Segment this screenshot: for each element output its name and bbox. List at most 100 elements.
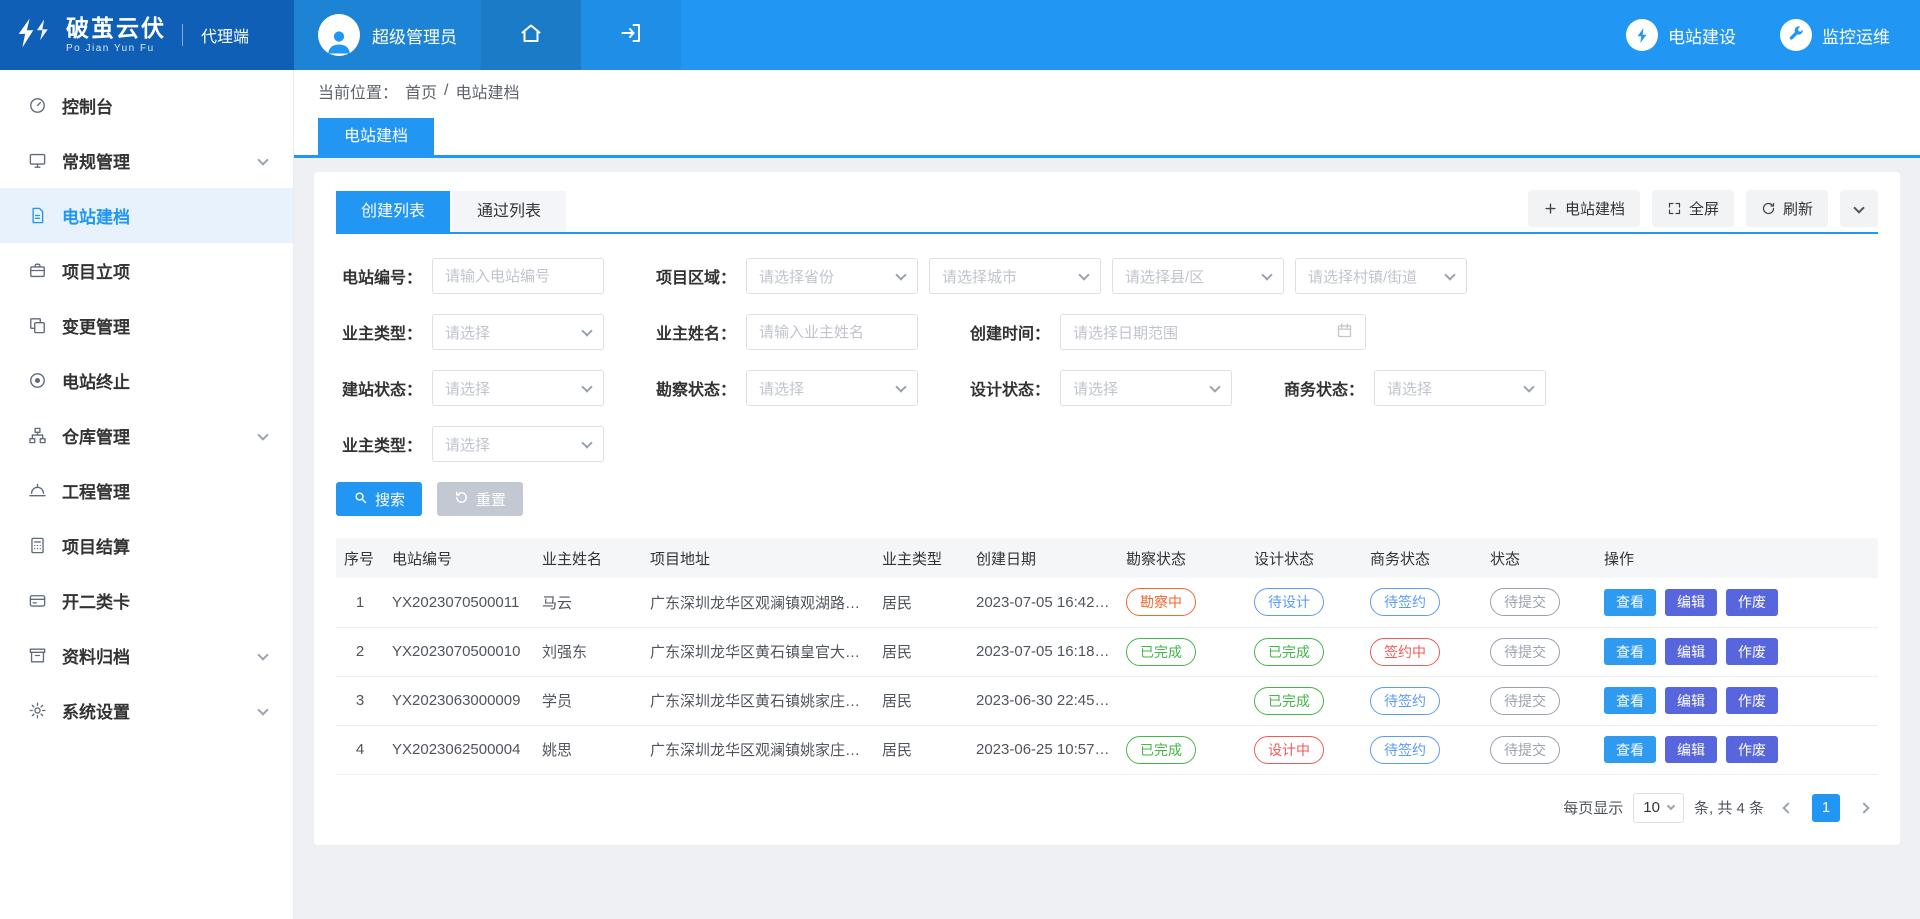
chevron-down-icon [259, 433, 267, 439]
town-select[interactable]: 请选择村镇/街道 [1295, 258, 1467, 294]
sidebar-item-6[interactable]: 电站终止 [0, 353, 293, 408]
stop-icon [28, 371, 47, 390]
filter-create-time: 创建时间： 请选择日期范围 [964, 314, 1366, 350]
add-station-button[interactable]: 电站建档 [1528, 190, 1640, 227]
chevron-down-icon [1853, 202, 1864, 213]
sidebar-item-label: 系统设置 [62, 698, 130, 723]
column-header: 创建日期 [968, 538, 1118, 578]
tab-passed-list[interactable]: 通过列表 [452, 191, 566, 232]
status-badge: 勘察中 [1126, 588, 1196, 616]
sidebar-item-9[interactable]: 项目结算 [0, 518, 293, 573]
nav-monitor-ops[interactable]: 监控运维 [1780, 19, 1890, 51]
design-status-select[interactable]: 请选择 [1060, 370, 1232, 406]
edit-button[interactable]: 编辑 [1665, 687, 1717, 714]
business-status-select[interactable]: 请选择 [1374, 370, 1546, 406]
chevron-down-icon [1444, 269, 1455, 280]
view-button[interactable]: 查看 [1604, 589, 1656, 616]
chevron-down-icon [581, 437, 592, 448]
station-table: 序号电站编号业主姓名项目地址业主类型创建日期勘察状态设计状态商务状态状态操作 1… [336, 538, 1878, 775]
search-button[interactable]: 搜索 [336, 482, 422, 516]
list-tabs: 创建列表 通过列表 [336, 191, 568, 232]
void-button[interactable]: 作废 [1726, 638, 1778, 665]
page-1-button[interactable]: 1 [1812, 794, 1840, 822]
cell-created-date: 2023-06-30 22:45:57 [968, 676, 1118, 725]
page-tab-station-archive[interactable]: 电站建档 [318, 118, 434, 155]
view-button[interactable]: 查看 [1604, 687, 1656, 714]
sidebar-item-10[interactable]: 开二类卡 [0, 573, 293, 628]
breadcrumb-home-link[interactable]: 首页 [405, 79, 437, 103]
filter-label: 项目区域： [650, 264, 736, 288]
edit-button[interactable]: 编辑 [1665, 736, 1717, 763]
logo: 破茧云伏 Po Jian Yun Fu 代理端 [0, 0, 294, 70]
collapse-filters-button[interactable] [1840, 190, 1878, 227]
cell-actions: 查看编辑作废 [1596, 725, 1878, 774]
cell-survey-status: 已完成 [1118, 725, 1246, 774]
copy-icon [28, 316, 47, 335]
logout-button[interactable] [581, 0, 681, 70]
filter-row-1: 电站编号： 项目区域： 请选择省份 请选择城市 请选择县/区 请选择村镇/街道 [336, 258, 1878, 294]
home-button[interactable] [481, 0, 581, 70]
sidebar-item-5[interactable]: 变更管理 [0, 298, 293, 353]
owner-type-select[interactable]: 请选择 [432, 314, 604, 350]
next-page-button[interactable] [1850, 794, 1878, 822]
select-placeholder: 请选择 [445, 322, 490, 343]
tab-create-list[interactable]: 创建列表 [336, 191, 450, 232]
sidebar-item-8[interactable]: 工程管理 [0, 463, 293, 518]
edit-button[interactable]: 编辑 [1665, 638, 1717, 665]
owner-name-input[interactable] [746, 314, 918, 350]
sidebar-item-2[interactable]: 常规管理 [0, 133, 293, 188]
void-button[interactable]: 作废 [1726, 589, 1778, 616]
province-select[interactable]: 请选择省份 [746, 258, 918, 294]
station-no-input[interactable] [432, 258, 604, 294]
owner-type-2-select[interactable]: 请选择 [432, 426, 604, 462]
view-button[interactable]: 查看 [1604, 736, 1656, 763]
cell-owner-name: 学员 [534, 676, 642, 725]
filter-label: 商务状态： [1278, 376, 1364, 400]
sidebar-item-label: 常规管理 [62, 148, 130, 173]
void-button[interactable]: 作废 [1726, 736, 1778, 763]
edit-button[interactable]: 编辑 [1665, 589, 1717, 616]
filter-row-2: 业主类型： 请选择 业主姓名： 创建时间： 请选择日期范围 [336, 314, 1878, 350]
top-header: 破茧云伏 Po Jian Yun Fu 代理端 超级管理员 电站建设 [0, 0, 1920, 70]
per-page-select[interactable]: 10 [1633, 793, 1684, 823]
wrench-icon [1780, 19, 1812, 51]
sidebar-item-11[interactable]: 资料归档 [0, 628, 293, 683]
cell-owner-name: 马云 [534, 578, 642, 627]
column-header: 电站编号 [384, 538, 534, 578]
sidebar-item-7[interactable]: 仓库管理 [0, 408, 293, 463]
reset-button[interactable]: 重置 [437, 482, 523, 516]
cell-station-no: YX2023070500010 [384, 627, 534, 676]
user-menu[interactable]: 超级管理员 [294, 0, 481, 70]
card-header: 创建列表 通过列表 电站建档 全屏 刷新 [336, 190, 1878, 234]
calendar-icon [1336, 322, 1353, 343]
view-button[interactable]: 查看 [1604, 638, 1656, 665]
survey-status-select[interactable]: 请选择 [746, 370, 918, 406]
refresh-button[interactable]: 刷新 [1746, 190, 1828, 227]
cell-owner-type: 居民 [874, 725, 968, 774]
refresh-icon [1761, 201, 1776, 216]
sidebar-item-4[interactable]: 项目立项 [0, 243, 293, 298]
chevron-down-icon [1209, 381, 1220, 392]
column-header: 状态 [1482, 538, 1596, 578]
card-toolbar: 电站建档 全屏 刷新 [1528, 190, 1878, 232]
fullscreen-button[interactable]: 全屏 [1652, 190, 1734, 227]
cell-created-date: 2023-07-05 16:18:50 [968, 627, 1118, 676]
sidebar: 控制台常规管理电站建档项目立项变更管理电站终止仓库管理工程管理项目结算开二类卡资… [0, 70, 294, 919]
header-quick-links: 电站建设 监控运维 [1626, 0, 1920, 70]
city-select[interactable]: 请选择城市 [929, 258, 1101, 294]
void-button[interactable]: 作废 [1726, 687, 1778, 714]
sidebar-item-12[interactable]: 系统设置 [0, 683, 293, 738]
nav-station-build[interactable]: 电站建设 [1626, 19, 1736, 51]
sidebar-item-1[interactable]: 控制台 [0, 78, 293, 133]
sidebar-item-label: 项目结算 [62, 533, 130, 558]
date-range-input[interactable]: 请选择日期范围 [1060, 314, 1366, 350]
status-badge: 已完成 [1254, 687, 1324, 715]
county-select[interactable]: 请选择县/区 [1112, 258, 1284, 294]
chevron-down-icon [1261, 269, 1272, 280]
cell-station-no: YX2023070500011 [384, 578, 534, 627]
filter-owner-type: 业主类型： 请选择 [336, 314, 604, 350]
build-status-select[interactable]: 请选择 [432, 370, 604, 406]
status-badge: 已完成 [1126, 638, 1196, 666]
prev-page-button[interactable] [1774, 794, 1802, 822]
sidebar-item-3[interactable]: 电站建档 [0, 188, 293, 243]
